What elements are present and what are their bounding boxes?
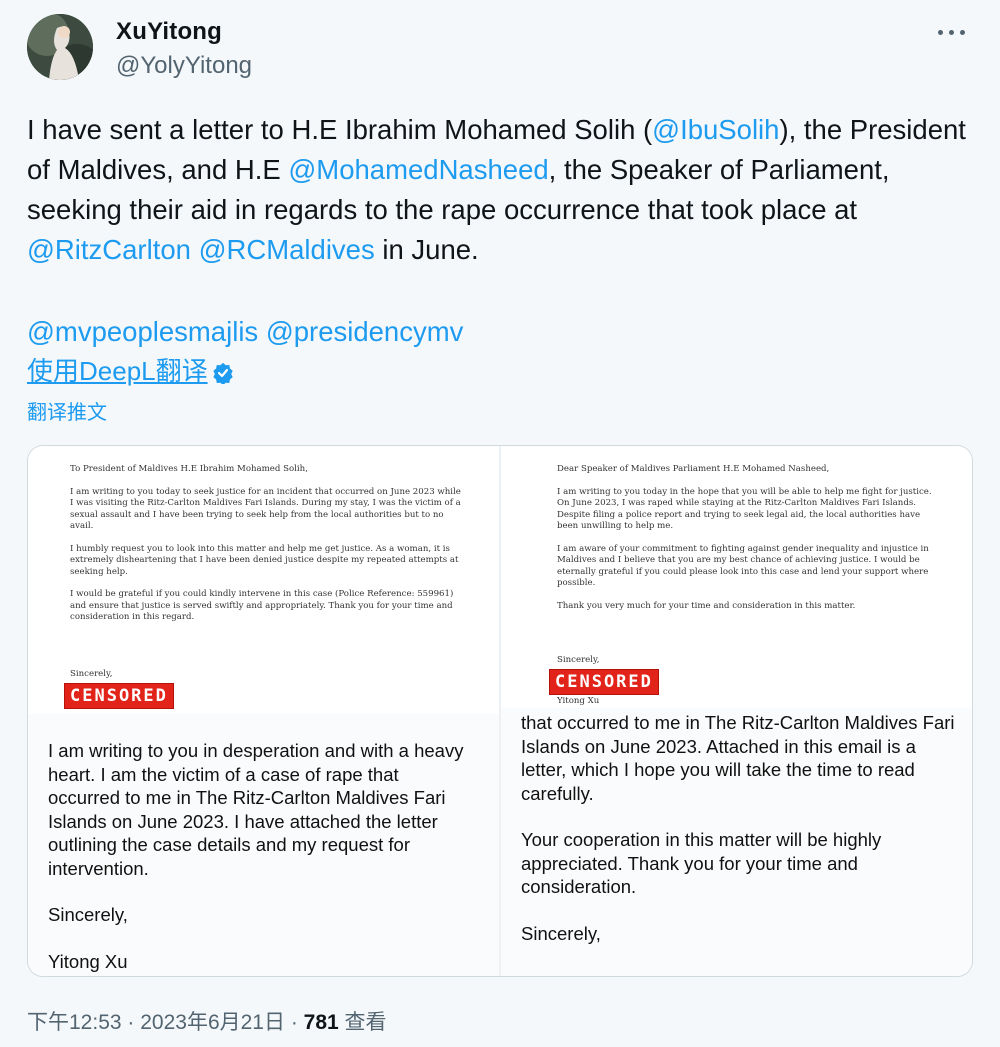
tweet-text-part bbox=[191, 234, 199, 265]
deepl-translate-link[interactable]: 使用DeepL翻译 bbox=[27, 352, 234, 390]
meta-separator: · bbox=[121, 1011, 141, 1034]
tweet-header: XuYitong @YolyYitong bbox=[27, 14, 973, 84]
avatar-image bbox=[27, 14, 93, 80]
mention-link[interactable]: @MohamedNasheed bbox=[288, 154, 548, 185]
censored-stamp: CENSORED bbox=[64, 683, 174, 709]
view-count: 781 bbox=[303, 1011, 339, 1034]
letter-paragraph: I am aware of your commitment to fightin… bbox=[557, 543, 929, 589]
mention-link[interactable]: @IbuSolih bbox=[652, 114, 779, 145]
tweet-meta: 下午12:53 · 2023年6月21日 · 781 查看 bbox=[27, 1006, 387, 1036]
tweet: XuYitong @YolyYitong I have sent a lette… bbox=[0, 0, 1000, 1047]
email-text-left: I am writing to you in desperation and w… bbox=[48, 739, 468, 976]
email-text-right: that occurred to me in The Ritz-Carlton … bbox=[521, 711, 961, 968]
mention-link[interactable]: @RCMaldives bbox=[199, 234, 375, 265]
mention-link[interactable]: @RitzCarlton bbox=[27, 234, 191, 265]
email-paragraph: I am writing to you in desperation and w… bbox=[48, 740, 464, 879]
verified-badge-icon bbox=[213, 363, 233, 385]
tweet-text-part: in June. bbox=[374, 234, 479, 265]
image-panel-left[interactable]: To President of Maldives H.E Ibrahim Moh… bbox=[28, 446, 499, 976]
more-options-icon[interactable] bbox=[938, 24, 968, 42]
letter-paragraph: I am writing to you today in the hope th… bbox=[557, 486, 932, 532]
letter-greeting: Dear Speaker of Maldives Parliament H.E … bbox=[557, 464, 830, 474]
view-label: 查看 bbox=[338, 1011, 387, 1034]
email-closing: Sincerely, bbox=[521, 922, 601, 944]
letter-text-right: Dear Speaker of Maldives Parliament H.E … bbox=[557, 464, 937, 623]
tweet-text: I have sent a letter to H.E Ibrahim Moha… bbox=[27, 110, 973, 270]
letter-closing: Sincerely, bbox=[70, 669, 113, 679]
letter-image-left: To President of Maldives H.E Ibrahim Moh… bbox=[28, 446, 499, 714]
media-attachment[interactable]: To President of Maldives H.E Ibrahim Moh… bbox=[27, 445, 973, 977]
letter-paragraph: I am writing to you today to seek justic… bbox=[70, 486, 461, 532]
letter-paragraph: Thank you very much for your time and co… bbox=[557, 600, 856, 611]
translate-tweet-link[interactable]: 翻译推文 bbox=[27, 396, 107, 425]
email-paragraph: that occurred to me in The Ritz-Carlton … bbox=[521, 712, 955, 804]
letter-greeting: To President of Maldives H.E Ibrahim Moh… bbox=[70, 464, 308, 474]
deepl-translate-label: 使用DeepL翻译 bbox=[27, 356, 208, 386]
mention-tags[interactable]: @mvpeoplesmajlis @presidencymv bbox=[27, 312, 463, 352]
letter-closing: Sincerely, bbox=[557, 655, 600, 665]
tweet-date[interactable]: 2023年6月21日 bbox=[140, 1011, 285, 1034]
user-handle[interactable]: @YolyYitong bbox=[116, 52, 252, 80]
letter-text-left: To President of Maldives H.E Ibrahim Moh… bbox=[70, 464, 465, 635]
letter-signature: Yitong Xu bbox=[557, 696, 600, 706]
image-panel-right[interactable]: Dear Speaker of Maldives Parliament H.E … bbox=[501, 446, 972, 976]
email-signature: Yitong Xu bbox=[48, 950, 128, 972]
display-name[interactable]: XuYitong bbox=[116, 18, 222, 46]
email-screenshot-left: I am writing to you in desperation and w… bbox=[28, 714, 499, 976]
letter-image-right: Dear Speaker of Maldives Parliament H.E … bbox=[501, 446, 972, 708]
email-closing: Sincerely, bbox=[48, 904, 128, 925]
letter-paragraph: I would be grateful if you could kindly … bbox=[70, 589, 454, 622]
tweet-time[interactable]: 下午12:53 bbox=[27, 1011, 122, 1034]
censored-stamp: CENSORED bbox=[549, 669, 659, 695]
meta-separator: · bbox=[285, 1011, 304, 1034]
letter-paragraph: I humbly request you to look into this m… bbox=[70, 543, 459, 577]
tweet-text-part: I have sent a letter to H.E Ibrahim Moha… bbox=[27, 114, 653, 145]
email-paragraph: Your cooperation in this matter will be … bbox=[521, 829, 882, 897]
email-screenshot-right: that occurred to me in The Ritz-Carlton … bbox=[501, 708, 972, 976]
avatar[interactable] bbox=[27, 14, 93, 80]
